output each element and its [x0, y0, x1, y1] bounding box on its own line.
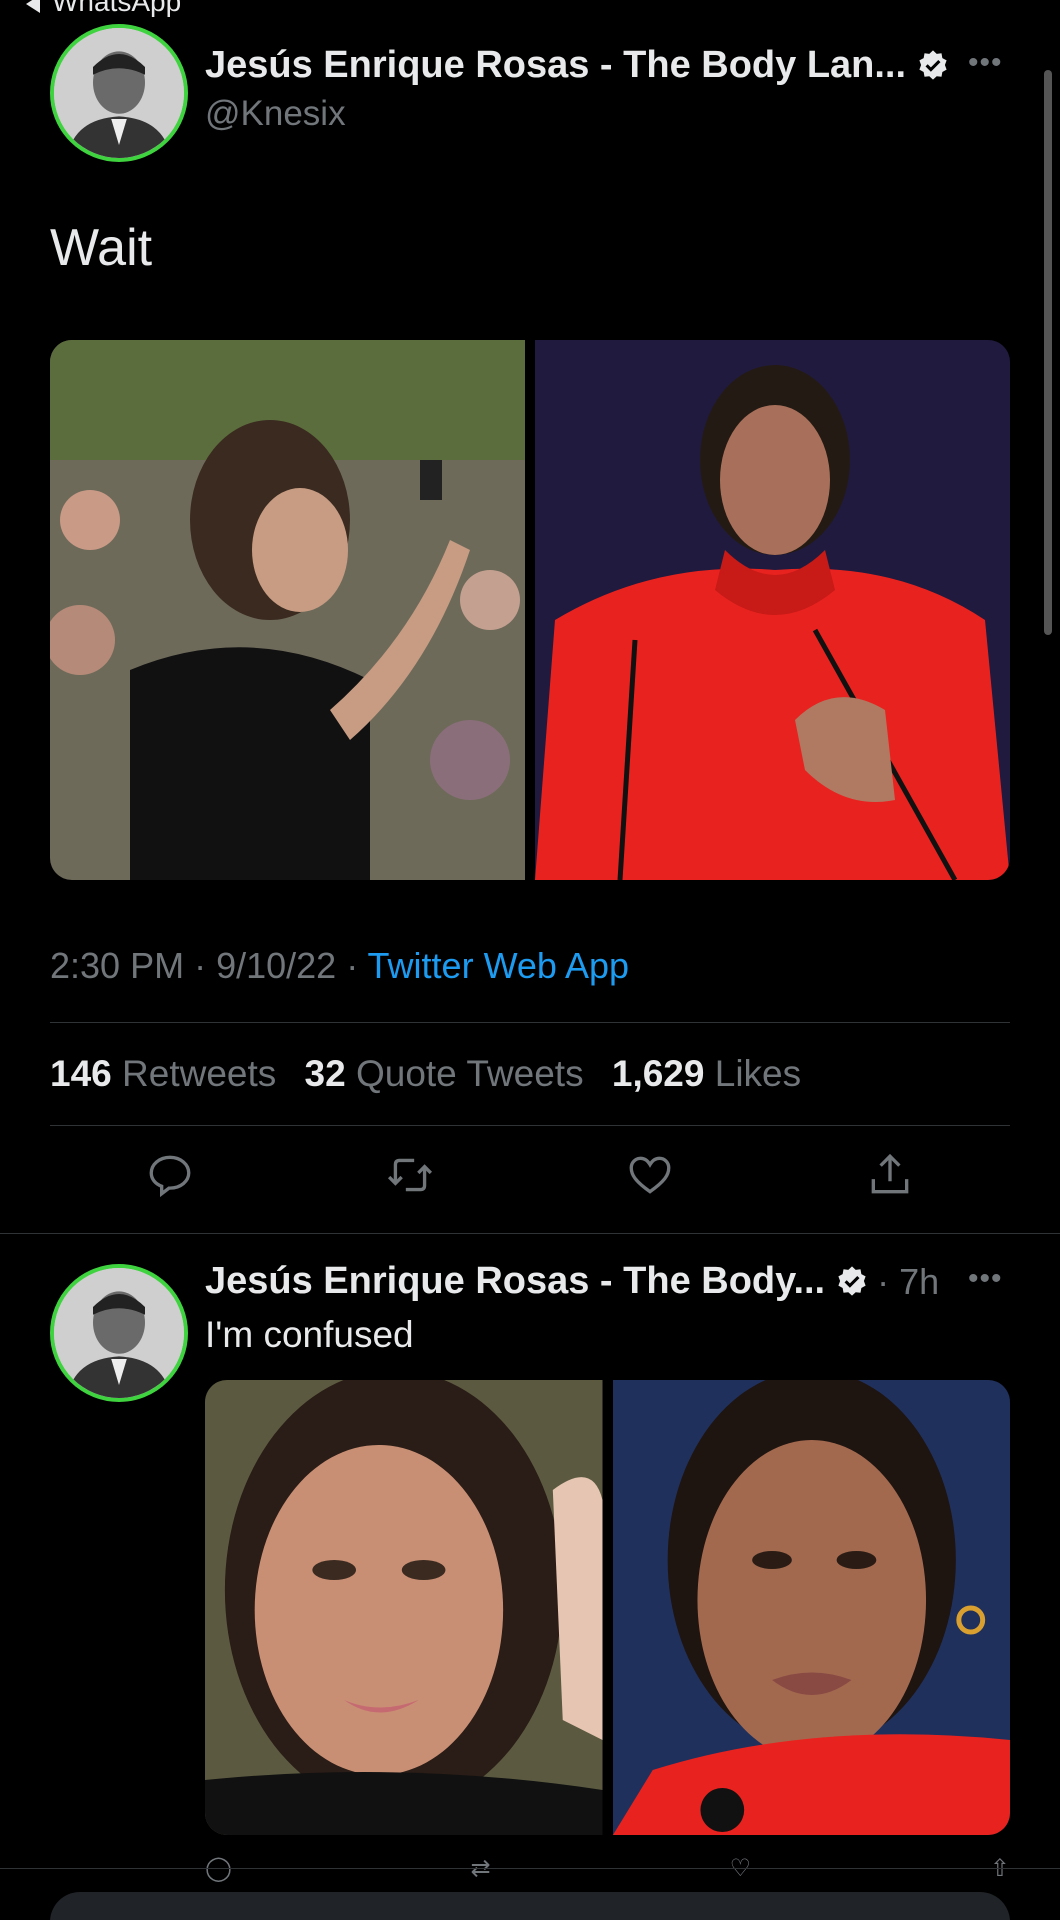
- divider: [0, 1233, 1060, 1234]
- reply-media[interactable]: [205, 1380, 1010, 1835]
- retweets-stat[interactable]: 146 Retweets: [50, 1053, 294, 1094]
- reply-author-name[interactable]: Jesús Enrique Rosas - The Body...: [205, 1260, 825, 1303]
- media-image-2[interactable]: [535, 340, 1010, 880]
- reply-media-image-1[interactable]: [205, 1380, 603, 1835]
- divider: [0, 1868, 1060, 1869]
- more-options-icon[interactable]: •••: [968, 46, 1003, 80]
- tweet-stats: 146 Retweets 32 Quote Tweets 1,629 Likes: [50, 1053, 819, 1095]
- reply-author-avatar[interactable]: [50, 1264, 188, 1402]
- divider: [50, 1022, 1010, 1023]
- quotes-stat[interactable]: 32 Quote Tweets: [305, 1053, 602, 1094]
- author-name-row[interactable]: Jesús Enrique Rosas - The Body Lan...: [205, 44, 950, 87]
- source-link[interactable]: Twitter Web App: [368, 945, 629, 986]
- scrollbar[interactable]: [1044, 70, 1052, 635]
- tweet-actions: [50, 1150, 1010, 1200]
- media-image-1[interactable]: [50, 340, 525, 880]
- tweet-media[interactable]: [50, 340, 1010, 880]
- author-name[interactable]: Jesús Enrique Rosas - The Body Lan...: [205, 44, 906, 87]
- tweet-timestamp: 2:30 PM · 9/10/22 · Twitter Web App: [50, 945, 630, 986]
- divider: [50, 1125, 1010, 1126]
- tweet-text: Wait: [50, 219, 153, 277]
- reply-text: I'm confused: [205, 1314, 414, 1355]
- reply-media-image-2[interactable]: [612, 1380, 1010, 1835]
- back-to-whatsapp[interactable]: WhatsApp: [26, 0, 181, 18]
- share-icon[interactable]: [865, 1150, 915, 1200]
- retweet-icon[interactable]: [385, 1150, 435, 1200]
- reply-compose-bar[interactable]: [50, 1892, 1010, 1920]
- verified-badge-icon: [838, 1265, 866, 1296]
- back-arrow-icon: [26, 0, 40, 13]
- author-handle[interactable]: @Knesix: [205, 94, 346, 134]
- reply-more-options-icon[interactable]: •••: [968, 1262, 1003, 1296]
- like-icon[interactable]: [625, 1150, 675, 1200]
- reply-author-name-row[interactable]: Jesús Enrique Rosas - The Body... · 7h: [205, 1260, 939, 1303]
- likes-stat[interactable]: 1,629 Likes: [612, 1053, 819, 1094]
- reply-icon[interactable]: [145, 1150, 195, 1200]
- author-avatar[interactable]: [50, 24, 188, 162]
- verified-badge-icon: [919, 49, 947, 80]
- reply-time: · 7h: [877, 1260, 940, 1302]
